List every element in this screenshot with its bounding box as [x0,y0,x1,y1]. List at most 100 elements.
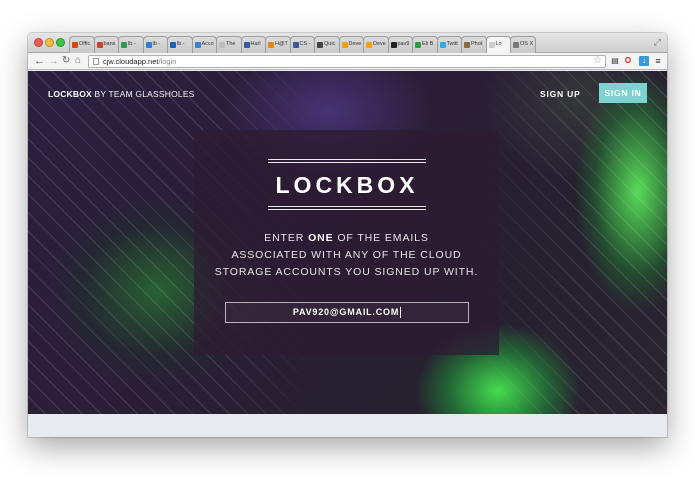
brand-tagline: BY TEAM GLASSHOLES [91,89,195,99]
dropbox-icon [145,41,152,48]
tab-label: lb - [152,41,161,47]
tab-label: Phot [471,41,483,47]
dev-icon [366,41,372,48]
lockbox-logo: LOCKBOX [268,159,426,211]
sign-up-link[interactable]: SIGN UP [540,89,581,99]
github-icon [390,41,397,48]
browser-tab[interactable]: H@T [265,36,291,53]
instruction-post: OF THE EMAILS [333,232,429,244]
browser-tab[interactable]: Deve [338,36,364,53]
page-icon [93,58,99,65]
page-footer-area [28,414,667,437]
drive-icon [121,41,127,48]
tab-label: bans [103,41,116,47]
browser-tab[interactable]: Eli B [412,36,438,53]
bookmark-star-icon[interactable]: ☆ [593,55,602,66]
instructions: ENTER ONE OF THE EMAILS ASSOCIATED WITH … [194,230,499,281]
page-icon [219,41,225,48]
brand-name: LOCKBOX [48,89,92,99]
browser-tab[interactable]: lb - [167,36,193,53]
maximize-window-button[interactable] [56,38,65,47]
minimize-window-button[interactable] [45,38,54,47]
tabs: Offic bans lb - lb - lb - Acco The Harl H@T CS - Q… [69,36,536,53]
browser-tab[interactable]: Phot [461,36,487,53]
extension-opera-icon[interactable]: O [623,56,633,66]
browser-tab[interactable]: Offic [69,36,95,53]
logo-rule-bottom-1 [268,206,426,207]
tab-label: Eli B [422,41,434,47]
home-button[interactable]: ⌂ [75,54,81,68]
browser-tab[interactable]: Harl [240,36,266,53]
browser-tab[interactable]: lb - [142,36,168,53]
b-icon [415,41,421,48]
brand[interactable]: LOCKBOX BY TEAM GLASSHOLES [48,89,195,99]
close-window-button[interactable] [34,38,43,47]
browser-tab[interactable]: bans [93,36,119,53]
forward-button[interactable]: → [48,54,59,68]
brush-icon [464,41,470,48]
browser-tab[interactable]: OS X [510,36,536,53]
logo-rule-top-1 [268,159,426,160]
tab-label: Deve [348,41,362,47]
gmail-icon [96,41,103,48]
dev-icon [341,41,348,48]
back-button[interactable]: ← [34,54,45,68]
tab-label: Deve [373,41,386,47]
browser-toolbar: ← → ↻ ⌂ cjw.cloudapp.net/login ☆ ▤ O ↓ ≡ [28,53,667,70]
tab-label: Lo [495,41,502,47]
facebook-icon [243,41,250,48]
email-field[interactable]: PAV920@GMAIL.COM [225,302,469,323]
tab-label: OS X [520,41,534,47]
logo-rule-top-2 [268,162,426,163]
tab-label: Twitt [446,41,458,47]
onedrive-icon [170,41,176,48]
browser-tab[interactable]: pav9 [387,36,413,53]
instruction-pre: ENTER [264,232,309,244]
tab-label: lb - [177,41,185,47]
hat-icon [268,41,274,48]
instruction-line-1: ENTER ONE OF THE EMAILS [194,230,499,247]
browser-tab[interactable]: Twitt [436,36,462,53]
logo-text: LOCKBOX [275,172,419,198]
twitter-icon [439,41,446,48]
url-path: /login [158,57,177,66]
browser-tab[interactable]: CS - [289,36,315,53]
browser-tab[interactable]: Quic [314,36,340,53]
tab-label: Quic [324,41,336,47]
office-icon [72,41,78,48]
email-value: PAV920@GMAIL.COM [292,307,400,317]
instruction-emphasis: ONE [308,232,334,244]
apple-icon [513,41,519,48]
address-bar[interactable]: cjw.cloudapp.net/login ☆ [88,55,606,68]
url-host: cjw.cloudapp.net [103,57,159,66]
tab-label: pav9 [397,41,410,47]
instruction-line-3: STORAGE ACCOUNTS YOU SIGNED UP WITH. [214,266,479,278]
tab-label: CS - [299,41,311,47]
sign-in-button[interactable]: SIGN IN [599,83,647,103]
browser-tab[interactable]: lb - [118,36,144,53]
browser-tab[interactable]: Lo [485,36,511,53]
tab-label: lb - [128,41,136,47]
tab-label: Harl [250,41,261,47]
logo-rule-bottom-2 [268,209,426,210]
text-caret [400,307,402,319]
tab-label: H@T [275,41,288,47]
browser-tab[interactable]: Deve [363,36,389,53]
menu-icon[interactable]: ≡ [653,56,663,66]
extension-blue-icon[interactable]: ↓ [639,56,649,66]
page-icon [488,41,495,48]
fullscreen-icon[interactable]: ⤢ [654,37,661,48]
browser-tab[interactable]: Acco [191,36,217,53]
cloud-icon [194,41,201,48]
tab-label: Acco [201,41,214,47]
login-panel: LOCKBOX ENTER ONE OF THE EMAILS ASSOCIAT… [194,130,499,355]
browser-tab[interactable]: The [216,36,242,53]
page-viewport: LOCKBOX BY TEAM GLASSHOLES SIGN UP SIGN … [28,71,667,414]
tab-label: Offic [79,41,91,47]
reload-button[interactable]: ↻ [62,54,70,68]
browser-window: Offic bans lb - lb - lb - Acco The Harl H@T CS - Q… [28,33,667,437]
tab-strip: Offic bans lb - lb - lb - Acco The Harl H@T CS - Q… [28,33,667,53]
tab-label: The [226,41,236,47]
cs-icon [292,41,299,48]
extension-lock-icon[interactable]: ▤ [610,56,620,66]
